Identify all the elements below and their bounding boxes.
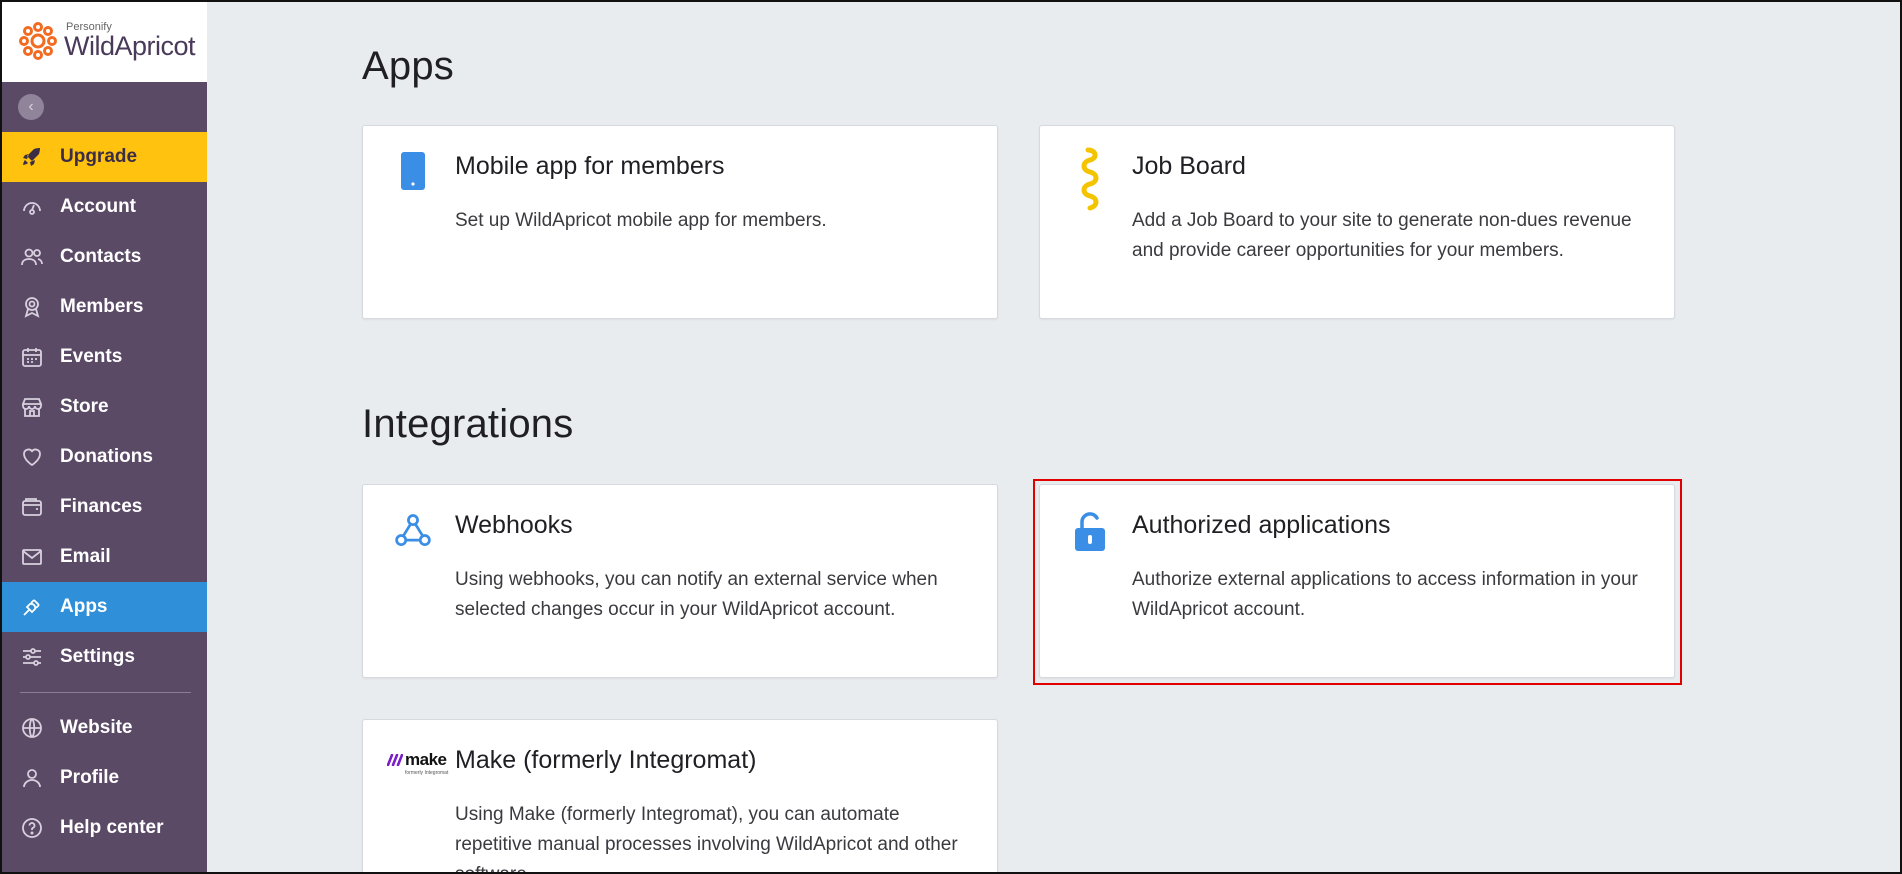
integrations-section-title: Integrations (362, 402, 574, 446)
heart-icon (23, 448, 41, 467)
card-title: Job Board (1132, 152, 1246, 180)
sidebar-item-account[interactable]: Account (0, 182, 207, 232)
mail-icon (22, 549, 42, 565)
sidebar: Personify WildApricot ‹ Upgrade Account … (0, 0, 207, 874)
main-content: Apps Mobile app for members Set up WildA… (207, 0, 1902, 874)
store-icon (22, 398, 42, 417)
wallet-icon (22, 498, 42, 516)
sidebar-item-finances[interactable]: Finances (0, 482, 207, 532)
sliders-icon (23, 648, 41, 666)
wildapricot-logo-icon (19, 22, 57, 60)
sidebar-item-settings[interactable]: Settings (0, 632, 207, 682)
unlock-icon (1075, 512, 1105, 551)
card-job-board[interactable]: Job Board Add a Job Board to your site t… (1039, 125, 1675, 319)
make-logo-icon: make formerly Integromat (387, 750, 451, 776)
sidebar-item-label: Help center (60, 817, 164, 838)
card-webhooks[interactable]: Webhooks Using webhooks, you can notify … (362, 484, 998, 678)
sidebar-item-contacts[interactable]: Contacts (0, 232, 207, 282)
sidebar-item-label: Email (60, 546, 111, 567)
card-description: Set up WildApricot mobile app for member… (455, 210, 827, 231)
make-symbol-icon (387, 754, 403, 766)
help-circle-icon (22, 818, 42, 838)
logo-brand-main: WildApricot (64, 31, 196, 61)
make-logo-subtext: formerly Integromat (405, 770, 449, 776)
gauge-icon (23, 202, 41, 215)
make-logo-text: make (405, 750, 447, 769)
globe-icon (22, 718, 42, 738)
apps-section-title: Apps (362, 44, 454, 88)
sidebar-item-label: Finances (60, 496, 143, 517)
members-badge-icon (24, 297, 40, 318)
sidebar-item-label: Donations (60, 446, 153, 467)
card-make[interactable]: make formerly Integromat Make (formerly … (362, 719, 998, 874)
logo[interactable]: Personify WildApricot (0, 0, 207, 82)
card-description: Using webhooks, you can notify an extern… (455, 569, 938, 620)
card-mobile-app[interactable]: Mobile app for members Set up WildAprico… (362, 125, 998, 319)
sidebar-item-events[interactable]: Events (0, 332, 207, 382)
sidebar-item-upgrade[interactable]: Upgrade (0, 132, 207, 182)
card-description: Add a Job Board to your site to generate… (1132, 210, 1632, 261)
sidebar-item-donations[interactable]: Donations (0, 432, 207, 482)
plug-icon (23, 599, 40, 616)
sidebar-item-label: Website (60, 717, 133, 738)
sidebar-item-members[interactable]: Members (0, 282, 207, 332)
sidebar-item-help-center[interactable]: Help center (0, 803, 207, 853)
rocket-icon (23, 148, 40, 166)
sidebar-item-label: Contacts (60, 246, 142, 267)
sidebar-item-label: Settings (60, 646, 135, 667)
card-description: Authorize external applications to acces… (1132, 569, 1638, 620)
webhook-icon (395, 514, 431, 546)
sidebar-item-store[interactable]: Store (0, 382, 207, 432)
sidebar-item-profile[interactable]: Profile (0, 753, 207, 803)
card-description: Using Make (formerly Integromat), you ca… (455, 804, 958, 874)
sidebar-item-label: Profile (60, 767, 120, 788)
contacts-icon (21, 248, 43, 266)
mobile-phone-icon (401, 152, 425, 190)
sidebar-item-label: Account (60, 196, 136, 217)
sidebar-item-label: Members (60, 296, 144, 317)
sidebar-item-label: Upgrade (60, 146, 138, 167)
sidebar-divider (20, 692, 191, 693)
sidebar-item-label: Events (60, 346, 123, 367)
card-authorized-applications[interactable]: Authorized applications Authorize extern… (1039, 484, 1675, 678)
calendar-icon (22, 348, 42, 367)
sidebar-item-email[interactable]: Email (0, 532, 207, 582)
sidebar-item-website[interactable]: Website (0, 703, 207, 753)
card-title: Webhooks (455, 511, 573, 539)
card-title: Mobile app for members (455, 152, 725, 180)
job-board-icon (1081, 147, 1099, 211)
card-title: Make (formerly Integromat) (455, 746, 757, 774)
chevron-left-icon[interactable]: ‹ (18, 94, 44, 120)
card-title: Authorized applications (1132, 511, 1391, 539)
sidebar-item-label: Store (60, 396, 109, 417)
user-icon (23, 769, 41, 788)
sidebar-item-label: Apps (60, 596, 108, 617)
sidebar-item-apps[interactable]: Apps (0, 582, 207, 632)
